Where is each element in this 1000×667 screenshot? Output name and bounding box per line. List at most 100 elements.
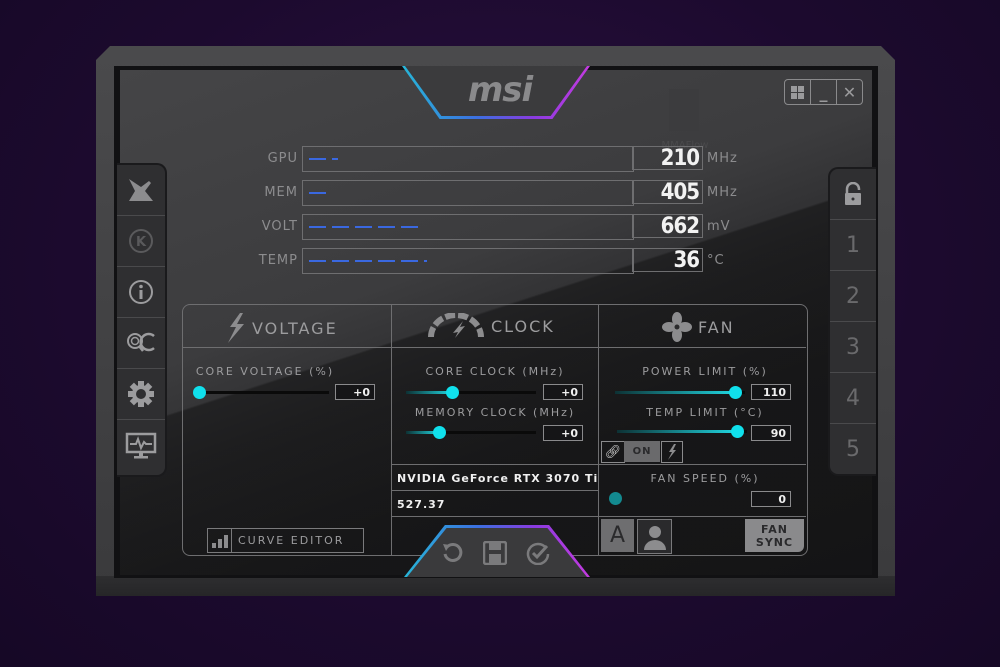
reset-button[interactable] <box>439 540 465 566</box>
windows-button[interactable] <box>785 80 811 104</box>
memory-clock-input[interactable]: +0 <box>543 425 583 441</box>
monitor-bar-fill <box>309 192 329 194</box>
sidebar-item-info[interactable] <box>117 267 165 318</box>
monitor-value: 36 <box>632 248 703 273</box>
boost-button[interactable] <box>661 441 683 463</box>
profile-button-1[interactable]: 1 <box>830 220 876 271</box>
clock-header: CLOCK <box>427 313 555 339</box>
lightning-icon <box>228 313 244 343</box>
profile-number: 1 <box>846 232 860 258</box>
core-voltage-slider-track[interactable] <box>199 391 329 394</box>
msi-logo: msi <box>467 70 533 110</box>
monitor-value: 210 <box>632 146 703 171</box>
memory-clock-slider-knob[interactable] <box>432 426 446 439</box>
oc-scanner-icon <box>127 332 155 352</box>
sidebar-item-kombustor[interactable] <box>117 165 165 216</box>
monitor-bar <box>302 248 634 274</box>
monitor-label: TEMP <box>258 253 298 268</box>
memory-clock-label: MEMORY CLOCK (MHz) <box>414 406 576 419</box>
monitor-label: MEM <box>264 185 298 200</box>
fan-sync-button[interactable]: FAN SYNC <box>745 519 804 552</box>
right-sidebar-profiles: 1 2 3 4 5 <box>828 167 876 476</box>
monitor-label: GPU <box>267 151 298 166</box>
core-clock-input[interactable]: +0 <box>543 384 583 400</box>
temp-limit-input[interactable]: 90 <box>751 425 791 441</box>
profile-button-2[interactable]: 2 <box>830 271 876 322</box>
sidebar-item-k-boost[interactable]: K <box>117 216 165 267</box>
fan-sync-label-line1: FAN <box>761 522 788 536</box>
curve-editor-label: CURVE EDITOR <box>238 534 345 547</box>
sidebar-item-settings[interactable] <box>117 369 165 420</box>
monitor-bar-fill <box>309 226 421 228</box>
temp-limit-slider-fill <box>617 430 737 433</box>
fan-speed-slider-track[interactable] <box>615 497 745 500</box>
monitor-bar <box>302 146 634 172</box>
link-limits-button[interactable]: 🔗︎ <box>601 441 625 463</box>
divider <box>599 516 806 517</box>
minimize-icon: _ <box>819 82 828 102</box>
voltage-title: VOLTAGE <box>252 318 338 338</box>
speedometer-icon <box>428 313 484 338</box>
temp-limit-slider-knob[interactable] <box>730 425 744 438</box>
user-icon <box>643 525 666 550</box>
divider <box>392 516 598 517</box>
fan-sync-label-line2: SYNC <box>755 535 794 549</box>
fan-speed-slider-knob[interactable] <box>609 492 622 505</box>
window-controls: _ ✕ <box>784 79 863 105</box>
power-limit-input[interactable]: 110 <box>751 384 791 400</box>
windows-logo-icon <box>791 85 804 99</box>
profile-lock-button[interactable] <box>830 169 876 220</box>
document-icon[interactable] <box>669 89 699 131</box>
save-button[interactable] <box>482 540 508 566</box>
gpu-name: NVIDIA GeForce RTX 3070 Ti <box>397 472 599 485</box>
profile-button-4[interactable]: 4 <box>830 373 876 424</box>
monitor-value: 405 <box>632 180 703 205</box>
info-icon <box>129 280 153 304</box>
driver-version: 527.37 <box>397 498 446 511</box>
core-clock-slider-fill <box>406 391 452 394</box>
fan-speed-input[interactable]: 0 <box>751 491 791 507</box>
divider <box>599 464 806 465</box>
apply-button[interactable] <box>525 540 551 566</box>
apply-icon <box>526 542 550 565</box>
sidebar-item-monitor[interactable] <box>117 420 165 471</box>
power-limit-slider-fill <box>615 391 735 394</box>
profile-number: 3 <box>846 334 860 360</box>
core-clock-label: CORE CLOCK (MHz) <box>425 365 565 378</box>
profile-button-3[interactable]: 3 <box>830 322 876 373</box>
core-voltage-input[interactable]: +0 <box>335 384 375 400</box>
voltage-header: VOLTAGE <box>226 313 338 343</box>
fan-title: FAN <box>698 317 735 337</box>
divider <box>392 464 598 465</box>
fan-header: FAN <box>662 312 735 342</box>
lightning-icon <box>668 444 676 460</box>
fan-speed-label: FAN SPEED (%) <box>650 472 760 485</box>
curve-editor-button[interactable]: CURVE EDITOR <box>207 528 364 553</box>
link-on-toggle[interactable]: ON <box>624 441 660 462</box>
power-limit-slider-knob[interactable] <box>728 386 742 399</box>
monitor-bar <box>302 180 634 206</box>
profile-number: 5 <box>846 437 860 462</box>
close-button[interactable]: ✕ <box>837 80 862 104</box>
unlock-icon <box>845 182 861 205</box>
left-sidebar: K <box>117 163 167 477</box>
core-clock-slider-knob[interactable] <box>445 386 459 399</box>
monitor-unit: MHz <box>707 185 738 200</box>
close-icon: ✕ <box>842 82 857 102</box>
svg-text:K: K <box>136 235 147 250</box>
window-frame-bottom <box>96 576 895 596</box>
sidebar-item-oc-scanner[interactable] <box>117 318 165 369</box>
monitor-label: VOLT <box>261 219 298 234</box>
fan-auto-button[interactable]: A <box>601 519 634 552</box>
reset-icon <box>443 542 463 562</box>
minimize-button[interactable]: _ <box>811 80 837 104</box>
monitor-bar <box>302 214 634 240</box>
column-divider <box>391 304 392 555</box>
power-limit-label: POWER LIMIT (%) <box>642 365 768 378</box>
link-icon: 🔗︎ <box>604 444 622 460</box>
profile-button-5[interactable]: 5 <box>830 424 876 475</box>
divider <box>392 490 598 491</box>
fan-user-button[interactable] <box>637 519 672 554</box>
core-voltage-slider-knob[interactable] <box>193 386 206 399</box>
monitor-bar-fill <box>309 158 338 160</box>
